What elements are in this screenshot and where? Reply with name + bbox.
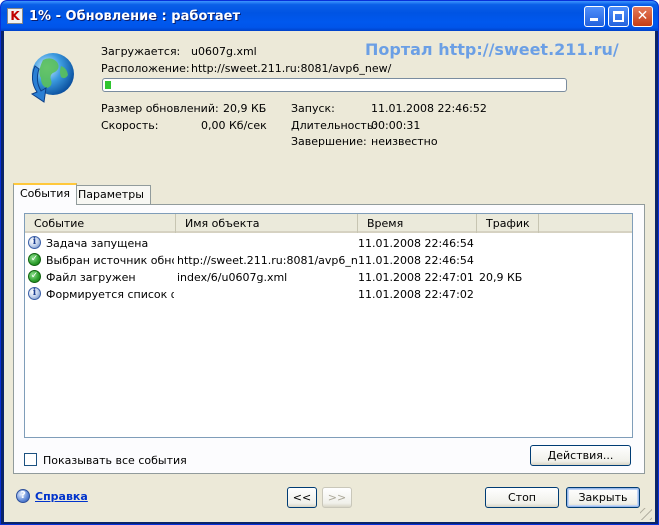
close-window-button[interactable]: ✕ (632, 6, 653, 27)
update-size-label: Размер обновлений: (101, 102, 219, 115)
event-name: Формируется список ф... (46, 288, 174, 301)
location-label: Расположение: (101, 62, 190, 75)
duration-label: Длительность: (291, 119, 378, 132)
show-all-events-checkbox[interactable] (24, 453, 37, 466)
info-icon: i (28, 287, 41, 300)
tab-parameters[interactable]: Параметры (71, 185, 151, 205)
kaspersky-app-icon[interactable]: K (7, 8, 23, 24)
event-row[interactable]: i Формируется список ф... 11.01.2008 22:… (25, 286, 632, 303)
event-traffic (479, 252, 539, 269)
event-object: http://sweet.211.ru:8081/avp6_n... (177, 254, 357, 267)
speed-value: 0,00 Кб/сек (201, 119, 267, 132)
update-window: K 1% - Обновление : работает ✕ Портал ht… (0, 0, 659, 525)
window-title: 1% - Обновление : работает (29, 9, 241, 24)
start-value: 11.01.2008 22:46:52 (371, 102, 487, 115)
event-time: 11.01.2008 22:46:54 (358, 254, 474, 267)
finish-value: неизвестно (371, 135, 438, 148)
progress-fill (105, 81, 111, 89)
actions-button[interactable]: Действия... (530, 445, 631, 466)
update-globe-icon (30, 53, 74, 103)
speed-label: Скорость: (101, 119, 159, 132)
event-object (177, 235, 357, 252)
loading-label: Загружается: (101, 45, 181, 58)
loading-file-value: u0607g.xml (191, 45, 257, 58)
start-label: Запуск: (291, 102, 335, 115)
column-header-event[interactable]: Событие (25, 214, 176, 233)
resize-grip[interactable] (640, 508, 652, 520)
event-row[interactable]: ✓ Выбран источник обно... http://sweet.2… (25, 252, 632, 269)
update-size-value: 20,9 КБ (223, 102, 267, 115)
prev-button[interactable]: << (287, 487, 317, 508)
title-bar[interactable]: K 1% - Обновление : работает ✕ (1, 1, 658, 31)
update-progress-bar (102, 78, 567, 92)
column-header-time[interactable]: Время (358, 214, 477, 233)
location-value: http://sweet.211.ru:8081/avp6_new/ (191, 62, 392, 75)
event-time: 11.01.2008 22:47:01 (358, 271, 474, 284)
event-row[interactable]: ✓ Файл загружен index/6/u0607g.xml 11.01… (25, 269, 632, 286)
success-icon: ✓ (28, 270, 41, 283)
event-object: index/6/u0607g.xml (177, 271, 288, 284)
success-icon: ✓ (28, 253, 41, 266)
event-name: Задача запущена (46, 237, 149, 250)
event-traffic (479, 235, 539, 252)
minimize-button[interactable] (584, 6, 605, 27)
event-time: 11.01.2008 22:46:54 (358, 237, 474, 250)
stop-button[interactable]: Стоп (485, 487, 559, 508)
close-button[interactable]: Закрыть (566, 487, 640, 508)
events-list-header: Событие Имя объекта Время Трафик (25, 214, 632, 233)
next-button[interactable]: >> (322, 487, 352, 508)
event-traffic: 20,9 КБ (479, 271, 523, 284)
column-header-traffic[interactable]: Трафик (477, 214, 539, 233)
column-header-object[interactable]: Имя объекта (176, 214, 358, 233)
show-all-events-label[interactable]: Показывать все события (43, 454, 187, 467)
maximize-button[interactable] (608, 6, 629, 27)
events-tab-panel: Событие Имя объекта Время Трафик i Задач… (13, 204, 645, 474)
help-icon[interactable]: ? (16, 489, 30, 503)
event-name: Файл загружен (46, 271, 136, 284)
tab-events[interactable]: События (13, 183, 78, 205)
event-object (177, 286, 357, 303)
close-icon: ✕ (636, 8, 649, 24)
maximize-icon (613, 11, 624, 22)
event-time: 11.01.2008 22:47:02 (358, 288, 474, 301)
event-traffic (479, 286, 539, 303)
info-icon: i (28, 236, 41, 249)
window-client-area: Портал http://sweet.211.ru/ Загружается:… (4, 31, 655, 522)
portal-watermark: Портал http://sweet.211.ru/ (365, 40, 619, 59)
duration-value: 00:00:31 (371, 119, 421, 132)
help-link[interactable]: Справка (35, 490, 88, 503)
event-name: Выбран источник обно... (46, 254, 174, 267)
events-list[interactable]: Событие Имя объекта Время Трафик i Задач… (24, 213, 633, 438)
finish-label: Завершение: (291, 135, 367, 148)
minimize-icon (590, 18, 598, 21)
event-row[interactable]: i Задача запущена 11.01.2008 22:46:54 (25, 235, 632, 252)
